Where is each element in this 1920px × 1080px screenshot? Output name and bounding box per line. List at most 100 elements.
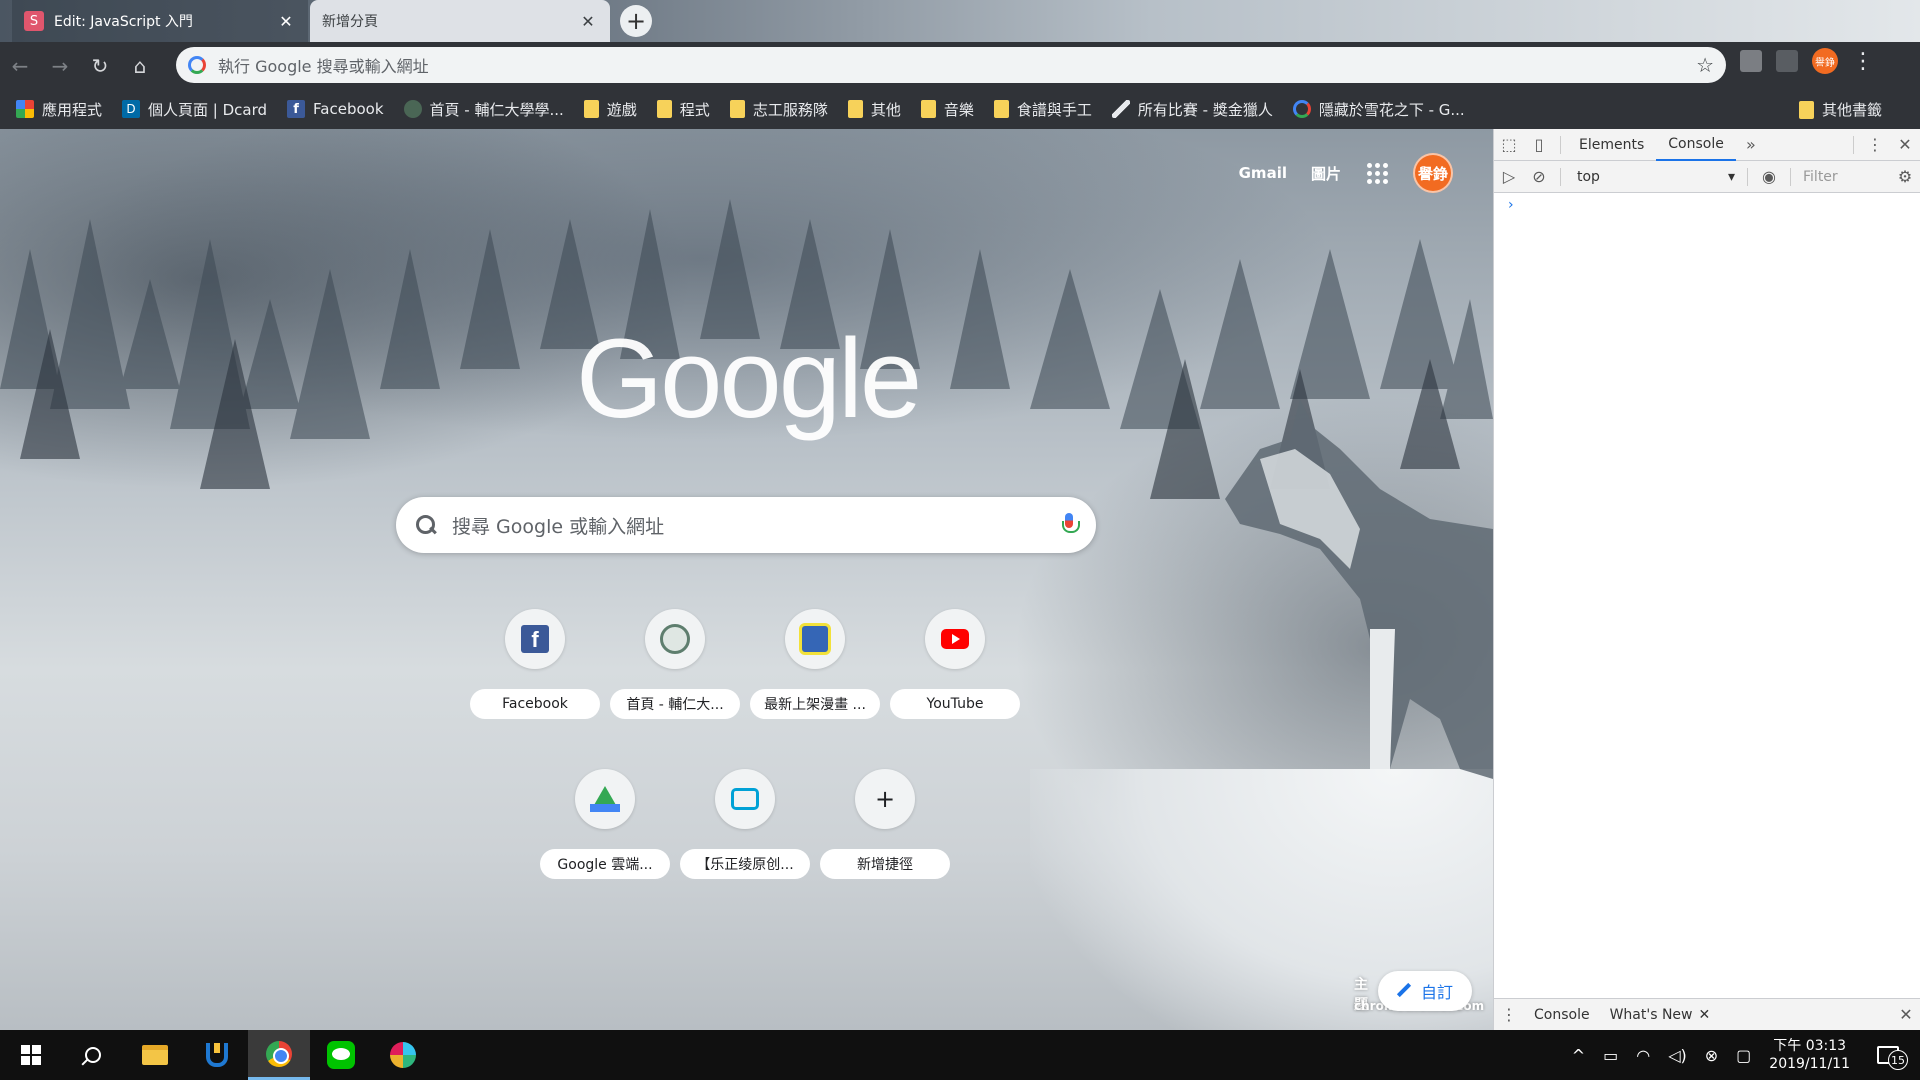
input-method-icon[interactable]: ▢: [1736, 1046, 1751, 1065]
shortcut-fju[interactable]: 首頁 - 輔仁大...: [610, 609, 740, 725]
more-vert-icon[interactable]: ⋮: [1852, 49, 1874, 74]
more-vert-icon[interactable]: ⋮: [1494, 1000, 1524, 1030]
reload-icon[interactable]: ↻: [80, 46, 120, 86]
new-tab-page: Gmail 圖片 譽錚 Google 搜尋 Google 或輸入網址 f Fac…: [0, 129, 1493, 1030]
bookmark-other-bookmarks[interactable]: 其他書籤: [1798, 99, 1882, 120]
bookmark-fju[interactable]: 首頁 - 輔仁大學學...: [403, 99, 564, 120]
folder-icon: [920, 100, 936, 118]
extension-icon[interactable]: [1776, 50, 1798, 72]
shortcut-manga[interactable]: 最新上架漫畫 ...: [750, 609, 880, 725]
close-circle-icon[interactable]: ⊗: [1705, 1046, 1718, 1065]
bookmark-folder-volunteer[interactable]: 志工服務隊: [729, 99, 828, 120]
drawer-tab-whats-new[interactable]: What's New ✕: [1600, 1007, 1721, 1023]
google-apps-icon[interactable]: [1365, 161, 1389, 185]
search-box[interactable]: 搜尋 Google 或輸入網址: [396, 497, 1096, 553]
filter-input[interactable]: Filter: [1797, 166, 1847, 188]
bookmark-google[interactable]: 隱藏於雪花之下 - G...: [1292, 99, 1465, 120]
system-tray: ^ ▭ ◠ ◁) ⊗ ▢ 下午 03:13 2019/11/11 15: [1572, 1030, 1920, 1080]
store-button[interactable]: [186, 1030, 248, 1080]
folder-icon: [993, 100, 1009, 118]
bookmark-bhuntr[interactable]: 所有比賽 - 獎金獵人: [1111, 99, 1273, 120]
bookmark-star-icon[interactable]: ☆: [1696, 53, 1714, 77]
back-arrow-icon[interactable]: ←: [0, 46, 40, 86]
drawer-tab-console[interactable]: Console: [1524, 1007, 1600, 1023]
gear-icon[interactable]: ⚙: [1890, 162, 1920, 192]
clear-console-icon[interactable]: ⊘: [1524, 162, 1554, 192]
bookmark-apps[interactable]: 應用程式: [16, 99, 102, 120]
context-select-value: top: [1577, 168, 1600, 185]
tab-console[interactable]: Console: [1656, 129, 1736, 161]
wifi-icon[interactable]: ◠: [1636, 1046, 1650, 1065]
close-icon[interactable]: ✕: [1890, 130, 1920, 160]
devtools-drawer: ⋮ Console What's New ✕ ✕: [1494, 998, 1920, 1030]
sidebar-toggle-icon[interactable]: ▷: [1494, 162, 1524, 192]
images-link[interactable]: 圖片: [1311, 163, 1341, 184]
new-tab-button[interactable]: +: [620, 5, 652, 37]
folder-icon: [847, 100, 863, 118]
close-icon[interactable]: ✕: [578, 12, 598, 31]
chrome-button[interactable]: [248, 1030, 310, 1080]
drive-icon: [590, 786, 620, 812]
windows-taskbar: ^ ▭ ◠ ◁) ⊗ ▢ 下午 03:13 2019/11/11 15: [0, 1030, 1920, 1080]
shortcut-label: 最新上架漫畫 ...: [750, 689, 880, 719]
folder-icon: [142, 1045, 168, 1065]
ntp-header: Gmail 圖片 譽錚: [1239, 153, 1453, 193]
home-icon[interactable]: ⌂: [120, 46, 160, 86]
battery-icon[interactable]: ▭: [1603, 1046, 1618, 1065]
bookmark-facebook[interactable]: f Facebook: [287, 100, 384, 118]
seal-icon: [660, 624, 690, 654]
device-toolbar-icon[interactable]: ▯: [1524, 130, 1554, 160]
extension-icon[interactable]: [1740, 50, 1762, 72]
address-bar[interactable]: 執行 Google 搜尋或輸入網址 ☆: [176, 47, 1726, 83]
dropdown-arrow-icon: ▾: [1727, 168, 1735, 185]
slack-icon: [390, 1042, 416, 1068]
tab-elements[interactable]: Elements: [1567, 129, 1656, 161]
notification-count: 15: [1888, 1050, 1908, 1070]
context-select[interactable]: top ▾: [1571, 166, 1741, 188]
search-input[interactable]: 搜尋 Google 或輸入網址: [452, 512, 1062, 539]
bookmark-folder-code[interactable]: 程式: [656, 99, 710, 120]
close-icon[interactable]: ✕: [1891, 1000, 1920, 1030]
bookmark-folder-music[interactable]: 音樂: [920, 99, 974, 120]
shortcut-youtube[interactable]: YouTube: [890, 609, 1020, 725]
close-icon[interactable]: ✕: [276, 12, 296, 31]
shortcut-label: Facebook: [470, 689, 600, 719]
microphone-icon[interactable]: [1062, 513, 1080, 537]
clock-date: 2019/11/11: [1769, 1056, 1850, 1072]
shortcut-label: 【乐正绫原创...: [680, 849, 810, 879]
clock[interactable]: 下午 03:13 2019/11/11: [1769, 1037, 1850, 1073]
search-button[interactable]: [62, 1030, 124, 1080]
volume-icon[interactable]: ◁): [1668, 1046, 1687, 1065]
file-explorer-button[interactable]: [124, 1030, 186, 1080]
console-prompt[interactable]: ›: [1494, 193, 1920, 217]
customize-button[interactable]: 自訂: [1378, 971, 1472, 1011]
shortcut-bilibili[interactable]: 【乐正绫原创...: [680, 769, 810, 885]
tab-edit-javascript[interactable]: S Edit: JavaScript 入門 ✕: [12, 0, 308, 42]
chevron-up-icon[interactable]: ^: [1572, 1046, 1585, 1065]
plus-icon: +: [874, 785, 896, 813]
start-button[interactable]: [0, 1030, 62, 1080]
account-avatar[interactable]: 譽錚: [1413, 153, 1453, 193]
forward-arrow-icon[interactable]: →: [40, 46, 80, 86]
more-vert-icon[interactable]: ⋮: [1860, 130, 1890, 160]
bookmark-dcard[interactable]: D 個人頁面 | Dcard: [122, 99, 267, 120]
tab-new-tab[interactable]: 新增分頁 ✕: [310, 0, 610, 42]
tab-strip: S Edit: JavaScript 入門 ✕ 新增分頁 ✕ +: [0, 0, 1920, 42]
eye-icon[interactable]: ◉: [1754, 162, 1784, 192]
slack-button[interactable]: [372, 1030, 434, 1080]
shortcut-facebook[interactable]: f Facebook: [470, 609, 600, 725]
bookmark-folder-other[interactable]: 其他: [847, 99, 901, 120]
bookmark-folder-recipes[interactable]: 食譜與手工: [993, 99, 1092, 120]
gmail-link[interactable]: Gmail: [1239, 164, 1287, 182]
close-icon[interactable]: ✕: [1699, 1007, 1711, 1023]
inspect-element-icon[interactable]: ⬚: [1494, 130, 1524, 160]
profile-avatar[interactable]: 譽錚: [1812, 48, 1838, 74]
bookmark-folder-games[interactable]: 遊戲: [583, 99, 637, 120]
notification-center-button[interactable]: 15: [1868, 1040, 1908, 1070]
shortcut-google-drive[interactable]: Google 雲端...: [540, 769, 670, 885]
line-button[interactable]: [310, 1030, 372, 1080]
more-tabs-icon[interactable]: »: [1736, 130, 1766, 160]
customize-label: 自訂: [1420, 983, 1453, 1002]
add-shortcut-button[interactable]: + 新增捷徑: [820, 769, 950, 885]
wolf-image: [1225, 399, 1493, 779]
